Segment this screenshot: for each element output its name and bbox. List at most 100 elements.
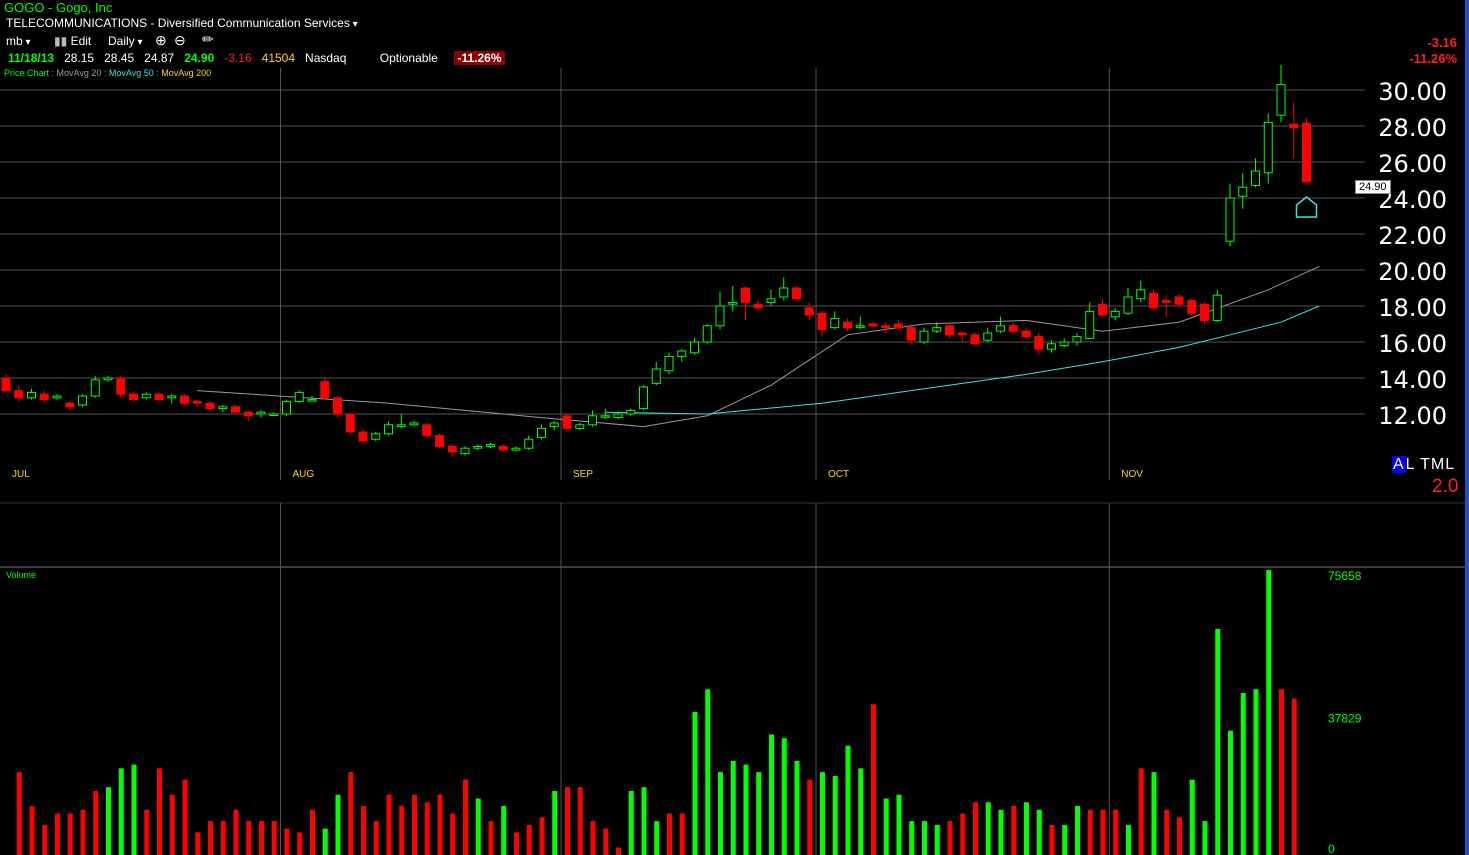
volume-bar (654, 821, 660, 855)
candle-body (894, 323, 903, 329)
candle-body (1276, 84, 1286, 116)
volume-bar (934, 824, 940, 855)
candle-body (983, 332, 993, 341)
volume-bar (667, 813, 672, 855)
candle-body (1149, 292, 1158, 309)
candle-body (396, 424, 406, 428)
candle-body (690, 341, 699, 354)
candle-body (1059, 341, 1069, 347)
candle-body (626, 409, 636, 415)
candle-body (970, 334, 980, 345)
candle-body (664, 355, 674, 372)
candle-body (830, 318, 840, 329)
candle-body (1200, 303, 1209, 321)
candle-body (843, 321, 852, 329)
candle-body (1225, 197, 1235, 242)
price-tick-label: 16.00 (1378, 330, 1447, 358)
quote-low: 24.87 (144, 51, 175, 65)
volume-bar (1049, 824, 1055, 855)
quote-change: -3.16 (224, 51, 252, 65)
zoom-in-icon[interactable]: ⊕ (155, 32, 167, 49)
volume-bar (552, 790, 558, 855)
price-tick-label: 22.00 (1378, 222, 1447, 250)
candle-body (422, 424, 432, 437)
candle-body (702, 325, 712, 343)
quote-open: 28.15 (64, 51, 95, 65)
volume-axis-ticks: 75658 37829 0 (1328, 569, 1362, 855)
edit-button[interactable]: ▮▮ Edit (54, 34, 91, 48)
volume-bar (705, 689, 711, 855)
candle-body (1251, 170, 1260, 186)
candle-body (575, 424, 585, 429)
volume-bar (386, 794, 392, 855)
candle-body (52, 395, 62, 399)
draw-tool-icon[interactable]: ✏ (202, 31, 214, 48)
volume-bar (692, 711, 698, 855)
candle-body (371, 433, 381, 440)
volume-bar (399, 806, 405, 855)
volume-bar (960, 813, 966, 855)
candle-body (1136, 289, 1146, 300)
candle-body (1161, 300, 1171, 303)
quote-volume: 41504 (261, 51, 296, 65)
candle-body (256, 411, 266, 415)
candle-body (1072, 336, 1082, 343)
altml-a[interactable]: A (1392, 456, 1406, 473)
volume-bar (1138, 768, 1144, 855)
volume-bar (322, 828, 328, 855)
candle-body (39, 393, 49, 401)
candle-body (358, 431, 368, 442)
price-axis-ticks: 30.0028.0026.0024.0022.0020.0018.0016.00… (1378, 78, 1447, 430)
candle-body (320, 381, 330, 399)
month-label: NOV (1121, 469, 1143, 480)
candle-body (651, 368, 661, 384)
price-candles (1, 64, 1311, 458)
volume-bar (220, 821, 226, 855)
month-label: OCT (828, 469, 849, 480)
volume-bar (106, 787, 111, 855)
volume-bar (781, 738, 787, 855)
indicator-legend: Price Chart : MovAvg 20 : MovAvg 50 : Mo… (4, 68, 212, 78)
candle-body (804, 307, 814, 316)
moving-average-lines (197, 265, 1320, 428)
candle-body (192, 400, 202, 404)
volume-bar (157, 768, 162, 855)
candle-body (129, 393, 138, 401)
user-dropdown[interactable]: mb (6, 34, 30, 48)
volume-bar (118, 768, 124, 855)
candle-body (205, 402, 215, 410)
candle-body (282, 400, 291, 415)
sector-dropdown[interactable]: TELECOMMUNICATIONS - Diversified Communi… (6, 16, 358, 30)
candle-body (728, 301, 738, 305)
volume-bar (297, 832, 303, 855)
candle-body (384, 424, 393, 435)
candle-body (537, 427, 546, 438)
candle-body (511, 447, 521, 451)
price-tick-label: 20.00 (1378, 258, 1447, 286)
volume-bar (412, 794, 417, 855)
volume-bar (883, 798, 889, 855)
volume-bar (871, 704, 876, 855)
candle-body (1123, 296, 1133, 314)
volume-bar (616, 847, 621, 855)
candle-body (1, 377, 11, 392)
volume-bar (246, 821, 252, 855)
zoom-out-icon[interactable]: ⊖ (174, 32, 186, 49)
volume-bar (565, 787, 570, 855)
volume-bar (718, 772, 723, 855)
candle-body (1263, 121, 1273, 174)
last-price-tag: 24.90 (1355, 180, 1391, 194)
interval-dropdown[interactable]: Daily (108, 34, 142, 48)
volume-bar (998, 809, 1004, 855)
volume-bar (1189, 779, 1195, 855)
candle-body (218, 406, 228, 410)
volume-label: Volume (6, 570, 37, 580)
volume-bar (514, 832, 519, 855)
candle-body (307, 399, 317, 402)
candle-body (855, 325, 865, 328)
candle-body (600, 415, 610, 418)
candle-body (1021, 330, 1031, 338)
month-label: JUL (12, 469, 30, 480)
volume-bar (169, 794, 175, 855)
volume-bar (1100, 809, 1106, 855)
